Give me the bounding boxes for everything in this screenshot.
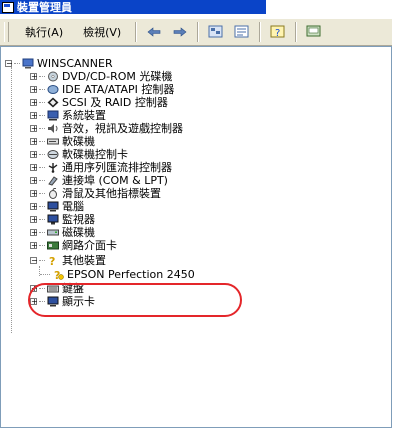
window-title: 裝置管理員 — [17, 1, 72, 14]
tree-guide-line — [11, 67, 12, 333]
cd-drive-icon — [47, 71, 59, 82]
help-icon[interactable]: ? — [268, 23, 288, 41]
computer-icon — [22, 58, 34, 69]
expand-icon[interactable]: + — [30, 85, 38, 93]
tree-connector — [40, 273, 50, 275]
tree-item-label: 其他裝置 — [62, 254, 106, 267]
monitor-icon — [47, 214, 59, 225]
tree-item-other-devices[interactable]: − ? 其他裝置 — [30, 254, 106, 268]
tree-connector — [39, 153, 45, 155]
tree-connector — [39, 127, 45, 129]
toolbar-separator — [259, 22, 262, 42]
tree-connector — [39, 114, 45, 116]
expand-icon[interactable]: + — [30, 137, 38, 145]
expand-icon[interactable]: + — [30, 150, 38, 158]
tree-connector — [39, 231, 45, 233]
expand-icon[interactable]: + — [30, 124, 38, 132]
tree-connector — [39, 205, 45, 207]
expand-icon[interactable]: + — [30, 202, 38, 210]
mouse-icon — [47, 187, 59, 199]
expand-icon[interactable]: + — [30, 241, 38, 249]
tree-item-epson-scanner[interactable]: ? EPSON Perfection 2450 — [40, 267, 195, 282]
back-icon[interactable] — [144, 23, 164, 41]
toolbar-separator — [197, 22, 200, 42]
forward-icon[interactable] — [170, 23, 190, 41]
expand-icon[interactable]: + — [30, 111, 38, 119]
tree-item-label: EPSON Perfection 2450 — [67, 267, 195, 281]
computer-icon — [47, 201, 59, 212]
expand-icon[interactable]: + — [30, 189, 38, 197]
action-menu[interactable]: 執行(A) — [15, 24, 73, 40]
tree-connector — [39, 244, 45, 246]
highlight-annotation — [28, 283, 242, 317]
device-manager-window: 裝置管理員 執行(A) 檢視(V) ? − WINSCANNER + DVD/C… — [0, 0, 392, 428]
toolbar-separator — [135, 22, 138, 42]
tree-item[interactable]: + 網路介面卡 — [30, 239, 117, 252]
tree-connector — [39, 179, 45, 181]
tree-item[interactable]: + 滑鼠及其他指標裝置 — [30, 187, 161, 200]
collapse-icon[interactable]: − — [30, 256, 38, 264]
tree-item-label: 網路介面卡 — [62, 239, 117, 252]
port-icon — [47, 175, 59, 186]
tree-connector — [39, 140, 45, 142]
tree-connector — [39, 88, 45, 90]
disk-drive-icon — [47, 227, 59, 238]
toolbar-grip[interactable] — [4, 22, 9, 42]
usb-icon — [47, 162, 59, 173]
expand-icon[interactable]: + — [30, 176, 38, 184]
svg-text:?: ? — [49, 255, 55, 266]
expand-icon[interactable]: + — [30, 163, 38, 171]
toolbar-separator — [295, 22, 298, 42]
toolbar: 執行(A) 檢視(V) ? — [0, 18, 392, 46]
floppy-controller-icon — [47, 149, 59, 160]
device-tree[interactable]: − WINSCANNER + DVD/CD-ROM 光碟機 + IDE ATA/… — [0, 46, 392, 428]
title-bar: 裝置管理員 — [0, 0, 266, 14]
properties-icon[interactable] — [232, 23, 252, 41]
scsi-controller-icon — [47, 97, 59, 108]
tree-connector — [39, 192, 45, 194]
tree-connector — [14, 62, 20, 64]
tree-connector — [39, 166, 45, 168]
tree-connector — [39, 259, 45, 261]
expand-icon[interactable]: + — [30, 72, 38, 80]
unknown-device-warning-icon: ? — [52, 269, 64, 282]
ide-controller-icon — [47, 84, 59, 95]
system-devices-icon — [47, 110, 59, 121]
expand-icon[interactable]: + — [30, 215, 38, 223]
tree-connector — [39, 75, 45, 77]
expand-icon[interactable]: + — [30, 228, 38, 236]
floppy-drive-icon — [47, 136, 59, 147]
device-view-icon[interactable] — [206, 23, 226, 41]
unknown-device-icon: ? — [47, 255, 59, 268]
device-manager-icon — [2, 1, 14, 13]
network-adapter-icon — [47, 240, 59, 251]
view-menu[interactable]: 檢視(V) — [73, 24, 131, 40]
svg-text:?: ? — [275, 28, 280, 39]
tree-connector — [39, 218, 45, 220]
collapse-icon[interactable]: − — [5, 59, 13, 67]
scan-hardware-icon[interactable] — [304, 23, 324, 41]
expand-icon[interactable]: + — [30, 98, 38, 106]
tree-connector — [39, 101, 45, 103]
sound-icon — [47, 123, 59, 134]
tree-item[interactable]: + 音效，視訊及遊戲控制器 — [30, 122, 183, 135]
